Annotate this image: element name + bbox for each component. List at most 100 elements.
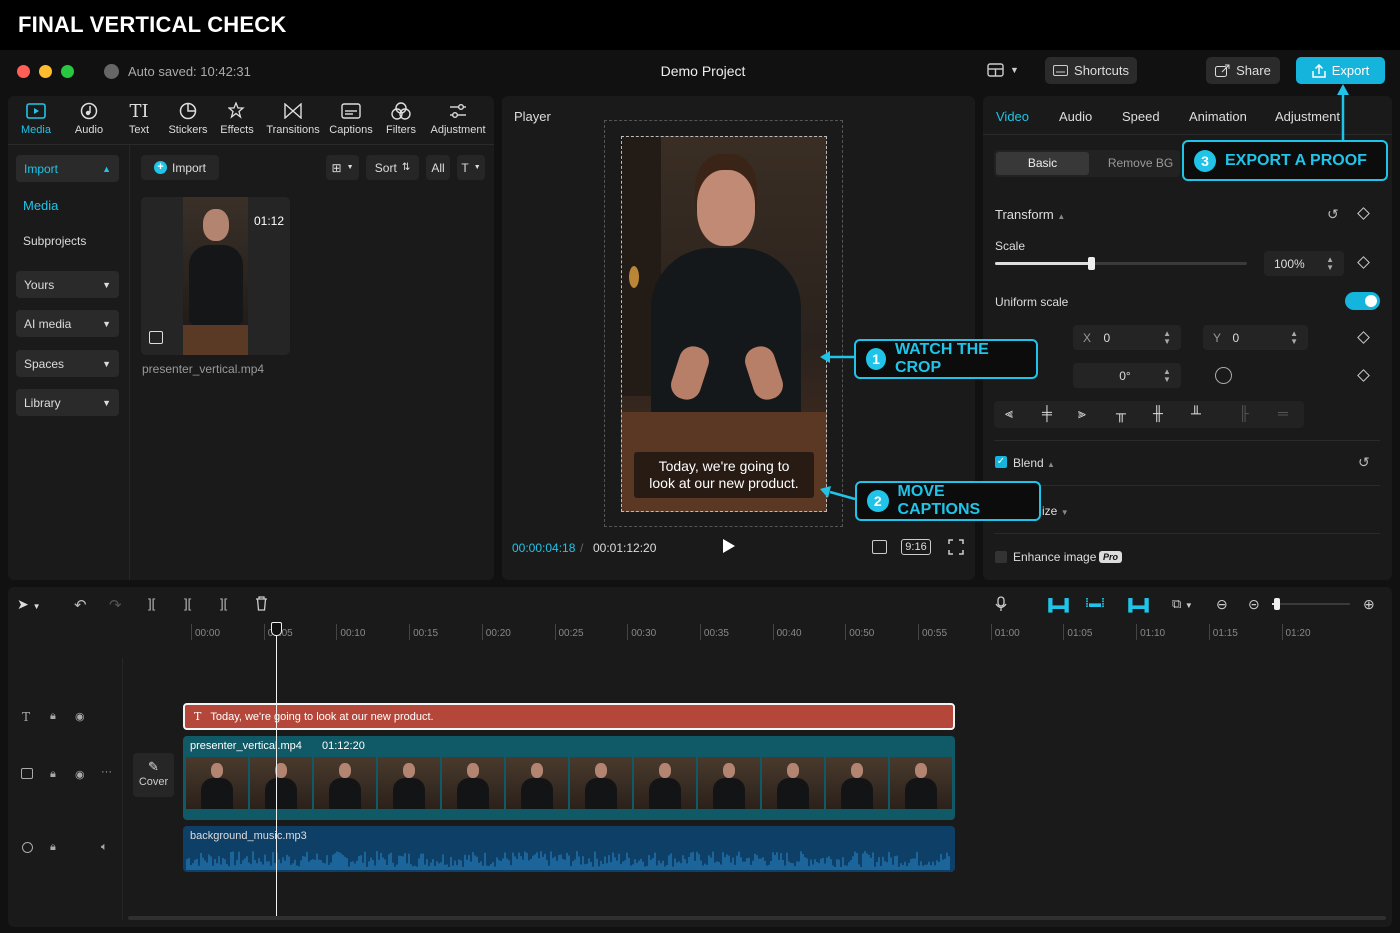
tab-filters[interactable]: Filters xyxy=(376,101,426,136)
sidebar-item-import[interactable]: Import ▲ xyxy=(16,155,119,182)
sidebar-item-subprojects[interactable]: Subprojects xyxy=(23,234,86,248)
chevron-down-icon: ▼ xyxy=(346,164,354,171)
speaker-icon[interactable]: 🔈︎ xyxy=(101,841,108,854)
split-left-icon[interactable]: ][ xyxy=(184,596,191,611)
play-button[interactable] xyxy=(722,538,736,557)
layout-menu[interactable]: ▼ xyxy=(987,63,1019,77)
reset-blend-icon[interactable]: ↺ xyxy=(1358,454,1370,471)
scale-slider[interactable] xyxy=(995,257,1247,270)
position-y-input[interactable]: Y 0 ▲ ▼ xyxy=(1203,325,1308,350)
split-right-icon[interactable]: ][ xyxy=(220,596,227,611)
align-center-vertical-icon[interactable]: ╫ xyxy=(1153,405,1163,421)
distribute-vertical-icon[interactable]: ═ xyxy=(1278,405,1288,421)
filmstrip-frame xyxy=(250,757,312,809)
blend-checkbox[interactable]: ✓ xyxy=(995,456,1007,468)
type-filter-button[interactable]: T ▼ xyxy=(457,155,485,180)
lock-icon[interactable]: 🔒︎ xyxy=(50,710,56,723)
playhead-handle[interactable] xyxy=(271,622,282,636)
filter-all-button[interactable]: All xyxy=(426,155,450,180)
sidebar-item-library[interactable]: Library ▼ xyxy=(16,389,119,416)
enhance-checkbox[interactable] xyxy=(995,551,1007,563)
lock-icon[interactable]: 🔒︎ xyxy=(50,768,56,781)
export-button[interactable]: Export xyxy=(1296,57,1385,84)
fullscreen-button[interactable] xyxy=(948,539,964,558)
tab-media[interactable]: Media xyxy=(11,101,61,136)
edit-clip-icon[interactable] xyxy=(149,331,163,344)
reset-transform-icon[interactable]: ↺ xyxy=(1327,206,1339,223)
distribute-horizontal-icon[interactable]: ╟ xyxy=(1239,405,1249,421)
caption-overlay[interactable]: Today, we're going to look at our new pr… xyxy=(634,452,814,498)
project-name[interactable]: Demo Project xyxy=(0,63,1400,79)
sidebar-item-media[interactable]: Media xyxy=(23,198,58,213)
sidebar-item-ai-media[interactable]: AI media ▼ xyxy=(16,310,119,337)
tab-captions[interactable]: Captions xyxy=(326,101,376,136)
tab-adjustment-inspector[interactable]: Adjustment xyxy=(1275,109,1340,124)
align-center-horizontal-icon[interactable]: ╪ xyxy=(1042,405,1052,421)
eye-icon[interactable]: ◉ xyxy=(75,768,85,781)
caption-clip[interactable]: T Today, we're going to look at our new … xyxy=(183,703,955,730)
media-clip-thumbnail[interactable]: 01:12 xyxy=(141,197,290,355)
playhead[interactable] xyxy=(276,630,277,916)
microphone-icon[interactable] xyxy=(995,596,1007,615)
tab-stickers[interactable]: Stickers xyxy=(163,101,213,136)
subtab-basic[interactable]: Basic xyxy=(996,152,1089,175)
zoom-out-icon[interactable]: ⊖ xyxy=(1216,596,1228,613)
sidebar-item-spaces[interactable]: Spaces ▼ xyxy=(16,350,119,377)
timeline-scrollbar[interactable] xyxy=(128,916,1386,920)
toggle-knob xyxy=(1365,295,1377,307)
divider xyxy=(994,485,1380,486)
aspect-ratio-button[interactable]: 9:16 xyxy=(901,539,931,555)
rotation-dial[interactable] xyxy=(1215,367,1232,384)
more-options-icon[interactable]: ··· xyxy=(101,766,112,778)
frame-head xyxy=(403,763,415,778)
preview-axis-icon[interactable]: ▐▬▌ xyxy=(1124,598,1153,612)
zoom-slider[interactable] xyxy=(1272,598,1350,610)
auto-snap-icon[interactable]: ▐▬▌ xyxy=(1044,598,1073,612)
select-tool[interactable]: ➤ ▼ xyxy=(17,596,41,613)
align-left-icon[interactable]: ⫷ xyxy=(1005,405,1013,422)
eye-icon[interactable]: ◉ xyxy=(75,710,85,723)
scale-input[interactable]: 100% ▲ ▼ xyxy=(1264,251,1344,276)
sort-button[interactable]: Sort ⇅ xyxy=(366,155,419,180)
position-x-input[interactable]: X 0 ▲ ▼ xyxy=(1073,325,1181,350)
align-top-icon[interactable]: ╥ xyxy=(1116,405,1126,421)
align-bottom-icon[interactable]: ╨ xyxy=(1191,405,1201,421)
redo-icon[interactable]: ↷ xyxy=(109,596,122,614)
tab-effects[interactable]: Effects xyxy=(212,101,262,136)
audio-clip[interactable]: background_music.mp3 xyxy=(183,826,955,872)
track-settings-icon[interactable]: ⧉ ▼ xyxy=(1172,596,1193,612)
video-clip[interactable]: presenter_vertical.mp4 01:12:20 xyxy=(183,736,955,820)
zoom-slider-handle[interactable] xyxy=(1274,598,1280,610)
cover-button[interactable]: ✎ Cover xyxy=(133,753,174,797)
lock-icon[interactable]: 🔒︎ xyxy=(50,841,56,854)
tab-adjustment[interactable]: Adjustment xyxy=(428,101,488,136)
subtab-remove-bg[interactable]: Remove BG xyxy=(1093,152,1188,175)
zoom-in-icon[interactable]: ⊕ xyxy=(1363,596,1375,613)
safe-area-icon[interactable] xyxy=(872,540,887,554)
split-icon[interactable]: ][ xyxy=(148,596,155,611)
align-right-icon[interactable]: ⫸ xyxy=(1078,405,1086,422)
tab-speed[interactable]: Speed xyxy=(1122,109,1160,124)
tab-video[interactable]: Video xyxy=(996,109,1029,124)
pencil-icon: ✎ xyxy=(148,759,159,774)
rotation-input[interactable]: 0° ▲ ▼ xyxy=(1073,363,1181,388)
delete-icon[interactable] xyxy=(255,596,268,614)
link-clips-icon[interactable]: ⁞▬⁞ xyxy=(1085,596,1105,610)
view-toggle-button[interactable]: ⊞ ▼ xyxy=(326,155,359,180)
frame-body xyxy=(905,778,937,809)
tab-stickers-label: Stickers xyxy=(168,124,208,136)
tab-audio-inspector[interactable]: Audio xyxy=(1059,109,1092,124)
tab-animation[interactable]: Animation xyxy=(1189,109,1247,124)
zoom-fit-icon[interactable]: ⊝ xyxy=(1248,596,1260,613)
shortcuts-button[interactable]: Shortcuts xyxy=(1045,57,1137,84)
undo-icon[interactable]: ↶ xyxy=(74,596,87,614)
tab-transitions[interactable]: Transitions xyxy=(266,101,320,136)
transform-header[interactable]: Transform ▲ xyxy=(995,207,1065,222)
scale-slider-handle[interactable] xyxy=(1087,257,1095,270)
import-button[interactable]: + Import xyxy=(141,155,219,180)
sidebar-item-yours[interactable]: Yours ▼ xyxy=(16,271,119,298)
share-button[interactable]: Share xyxy=(1206,57,1280,84)
uniform-scale-toggle[interactable] xyxy=(1345,292,1380,310)
tab-audio[interactable]: Audio xyxy=(64,101,114,136)
tab-text[interactable]: TI Text xyxy=(114,101,164,137)
